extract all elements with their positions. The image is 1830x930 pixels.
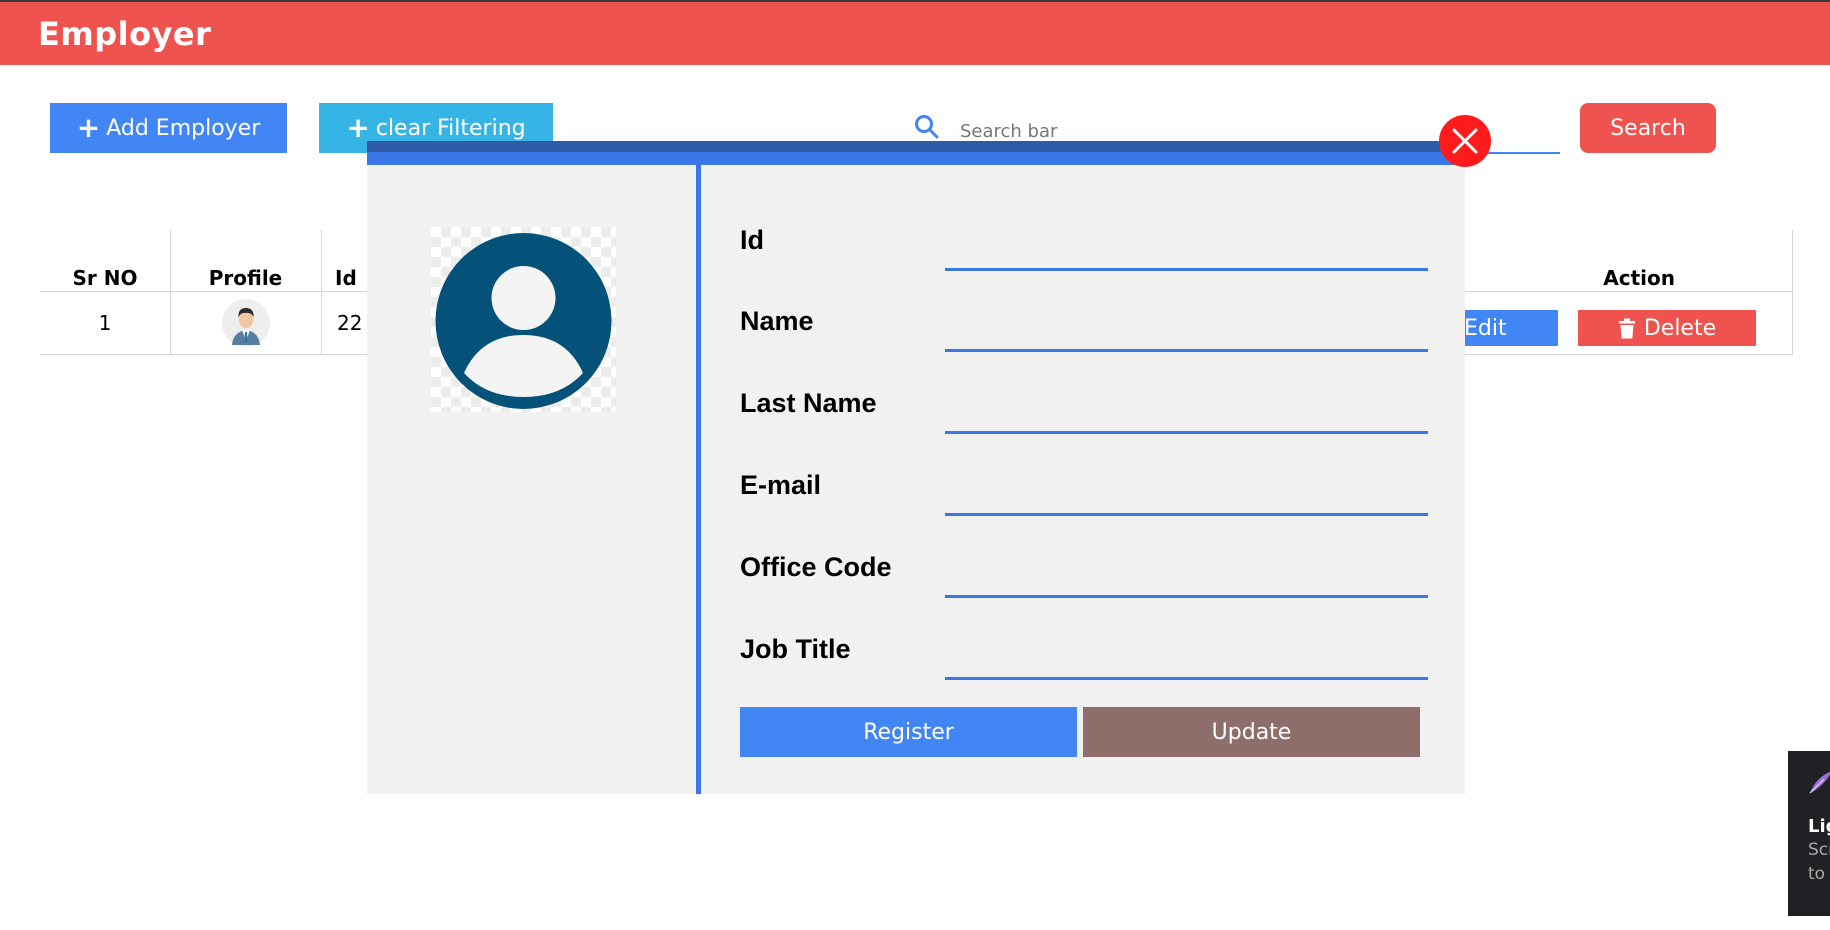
job-title-field-underline — [945, 677, 1428, 680]
table-divider — [1792, 230, 1793, 354]
modal-title-bar — [367, 141, 1465, 152]
column-header-id: Id — [335, 266, 357, 290]
last-name-field[interactable] — [945, 398, 1432, 434]
name-field[interactable] — [945, 316, 1432, 352]
field-label-id: Id — [740, 225, 764, 255]
search-button[interactable]: Search — [1580, 103, 1716, 153]
cell-id: 22 — [337, 311, 363, 335]
last-name-field-underline — [945, 431, 1428, 434]
notification-toast[interactable]: Lig Scr to — [1788, 751, 1830, 916]
clear-filtering-label: clear Filtering — [375, 115, 526, 141]
cell-profile — [170, 292, 321, 354]
profile-image-upload[interactable] — [431, 227, 616, 412]
field-label-office-code: Office Code — [740, 552, 892, 582]
modal-accent-bar — [367, 152, 1465, 165]
office-code-field[interactable] — [945, 562, 1432, 598]
add-employer-label: Add Employer — [106, 115, 261, 141]
close-modal-button[interactable] — [1439, 115, 1491, 167]
toast-text: Scr — [1808, 840, 1830, 860]
field-label-last-name: Last Name — [740, 388, 877, 418]
profile-avatar-icon — [221, 299, 270, 347]
delete-button[interactable]: Delete — [1578, 310, 1756, 346]
modal-divider — [696, 165, 701, 794]
trash-icon — [1618, 318, 1635, 338]
close-icon — [1452, 128, 1478, 154]
column-header-action: Action — [1603, 266, 1675, 290]
column-header-profile: Profile — [208, 266, 283, 290]
id-field-underline — [945, 268, 1428, 271]
register-label: Register — [863, 719, 954, 745]
email-field[interactable] — [945, 480, 1432, 516]
plus-icon: + — [76, 111, 101, 144]
email-field-underline — [945, 513, 1428, 516]
add-employer-button[interactable]: + Add Employer — [50, 103, 287, 153]
page-title: Employer — [38, 15, 212, 53]
user-avatar-icon — [435, 233, 612, 409]
name-field-underline — [945, 349, 1428, 352]
update-button[interactable]: Update — [1083, 707, 1420, 757]
feather-icon — [1809, 771, 1830, 794]
delete-label: Delete — [1643, 315, 1717, 341]
edit-label: Edit — [1464, 315, 1507, 341]
app-header: Employer — [0, 0, 1830, 65]
employer-form-modal: Id Name Last Name E-mail Office Code Job… — [367, 141, 1465, 794]
search-button-label: Search — [1610, 115, 1686, 141]
cell-sr-no: 1 — [98, 311, 112, 335]
job-title-field[interactable] — [945, 644, 1432, 680]
column-header-sr-no: Sr NO — [72, 266, 138, 290]
field-label-email: E-mail — [740, 470, 822, 500]
field-label-name: Name — [740, 306, 814, 336]
update-label: Update — [1211, 719, 1292, 745]
edit-button[interactable]: Edit — [1450, 310, 1558, 346]
id-field[interactable] — [945, 235, 1432, 271]
search-icon — [915, 115, 939, 139]
office-code-field-underline — [945, 595, 1428, 598]
toast-title: Lig — [1808, 816, 1830, 837]
field-label-job-title: Job Title — [740, 634, 851, 664]
register-button[interactable]: Register — [740, 707, 1077, 757]
toast-text: to — [1808, 864, 1826, 884]
plus-icon: + — [346, 111, 370, 144]
